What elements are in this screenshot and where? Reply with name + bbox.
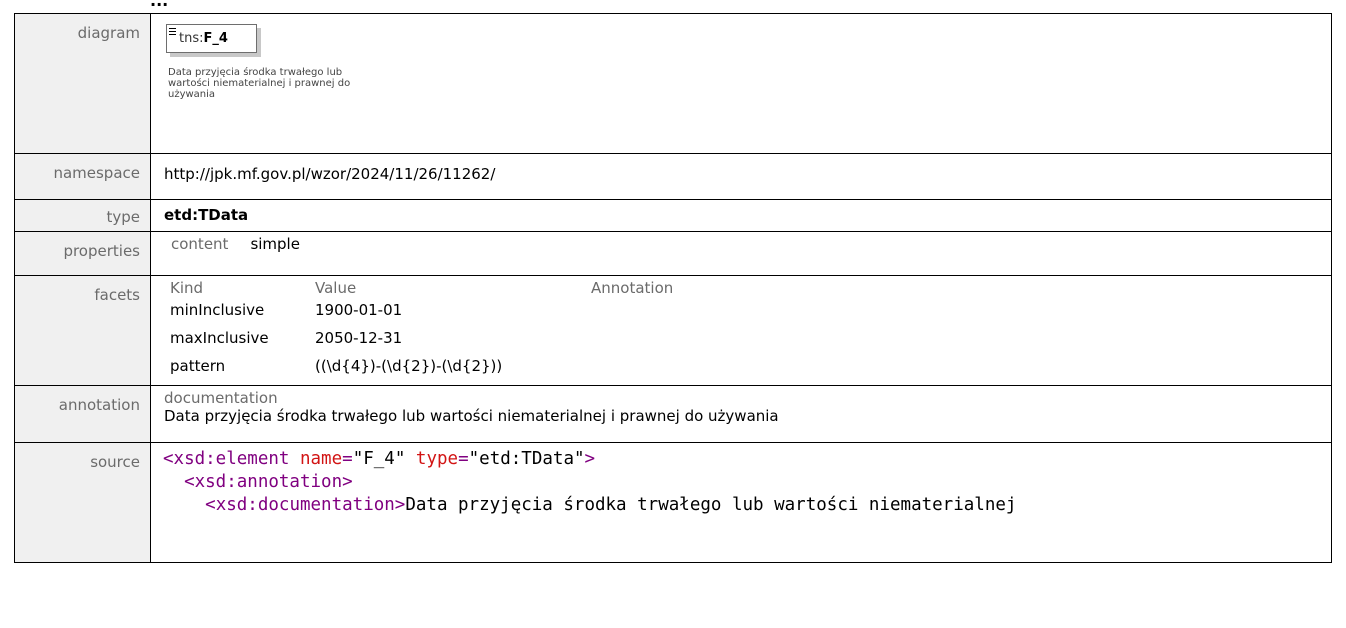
- element-doc-table: diagram tns:F_4 Data przyjęcia środka tr…: [14, 13, 1332, 563]
- source-code: <xsd:element name="F_4" type="etd:TData"…: [163, 448, 1331, 517]
- facets-cell: Kind Value Annotation minInclusive 1900-…: [150, 275, 1332, 386]
- source-label: source: [14, 442, 151, 563]
- page-heading: ...: [150, 0, 169, 10]
- facet-row: pattern ((\d{4})-(\d{2})-(\d{2})): [170, 357, 673, 385]
- properties-row: properties content simple: [14, 231, 1332, 276]
- code-attr: type: [415, 449, 459, 469]
- facet-value: ((\d{4})-(\d{2})-(\d{2})): [315, 357, 503, 375]
- properties-value: simple: [250, 235, 300, 253]
- properties-key: content: [171, 235, 229, 253]
- facet-kind: maxInclusive: [170, 329, 269, 347]
- namespace-row: namespace http://jpk.mf.gov.pl/wzor/2024…: [14, 153, 1332, 200]
- content-lines-icon: [169, 28, 176, 35]
- facet-row: maxInclusive 2050-12-31: [170, 329, 673, 357]
- code-attr-value: "etd:TData": [468, 449, 585, 469]
- diagram-ns-prefix: tns:: [179, 31, 204, 46]
- facet-kind: minInclusive: [170, 301, 265, 319]
- namespace-value: http://jpk.mf.gov.pl/wzor/2024/11/26/112…: [150, 153, 1332, 200]
- facets-header-annotation: Annotation: [591, 279, 674, 297]
- diagram-cell: tns:F_4 Data przyjęcia środka trwałego l…: [150, 13, 1332, 154]
- diagram-element-name: F_4: [203, 31, 228, 46]
- facets-label: facets: [14, 275, 151, 386]
- code-text: Data przyjęcia środka trwałego lub warto…: [405, 495, 1017, 515]
- annotation-label: annotation: [14, 385, 151, 443]
- element-diagram-box[interactable]: tns:F_4: [166, 24, 262, 58]
- type-label: type: [14, 199, 151, 232]
- type-row: type etd:TData: [14, 199, 1332, 232]
- annotation-text: Data przyjęcia środka trwałego lub warto…: [164, 407, 779, 425]
- facet-kind: pattern: [170, 357, 226, 375]
- facet-value: 2050-12-31: [315, 329, 403, 347]
- code-attr-value: "F_4": [352, 449, 406, 469]
- diagram-label: diagram: [14, 13, 151, 154]
- properties-label: properties: [14, 231, 151, 276]
- annotation-heading: documentation: [164, 389, 278, 407]
- facets-header-row: Kind Value Annotation: [170, 279, 673, 301]
- facets-row: facets Kind Value Annotation minInclusiv…: [14, 275, 1332, 386]
- diagram-row: diagram tns:F_4 Data przyjęcia środka tr…: [14, 13, 1332, 154]
- source-cell: <xsd:element name="F_4" type="etd:TData"…: [150, 442, 1332, 563]
- facets-table: Kind Value Annotation minInclusive 1900-…: [170, 279, 673, 385]
- facets-header-value: Value: [315, 279, 357, 297]
- type-link[interactable]: etd:TData: [164, 206, 248, 224]
- annotation-row: annotation documentation Data przyjęcia …: [14, 385, 1332, 443]
- code-tag: <xsd:documentation>: [205, 495, 406, 515]
- code-tag: <xsd:element: [163, 449, 290, 469]
- source-row: source <xsd:element name="F_4" type="etd…: [14, 442, 1332, 563]
- code-tag: <xsd:annotation>: [184, 472, 353, 492]
- facet-annotation: [591, 301, 673, 329]
- code-line: <xsd:documentation>Data przyjęcia środka…: [163, 494, 1331, 517]
- facet-row: minInclusive 1900-01-01: [170, 301, 673, 329]
- facet-annotation: [591, 329, 673, 357]
- diagram-doc: Data przyjęcia środka trwałego lub warto…: [168, 67, 351, 100]
- code-attr: name: [299, 449, 343, 469]
- properties-cell: content simple: [150, 231, 1332, 276]
- namespace-label: namespace: [14, 153, 151, 200]
- code-line: <xsd:element name="F_4" type="etd:TData"…: [163, 449, 596, 469]
- type-cell: etd:TData: [150, 199, 1332, 232]
- facet-value: 1900-01-01: [315, 301, 403, 319]
- code-tag: >: [584, 449, 596, 469]
- facet-annotation: [591, 357, 673, 385]
- annotation-cell: documentation Data przyjęcia środka trwa…: [150, 385, 1332, 443]
- facets-header-kind: Kind: [170, 279, 204, 297]
- code-line: <xsd:annotation>: [163, 471, 1331, 494]
- diagram-element[interactable]: tns:F_4: [166, 24, 257, 53]
